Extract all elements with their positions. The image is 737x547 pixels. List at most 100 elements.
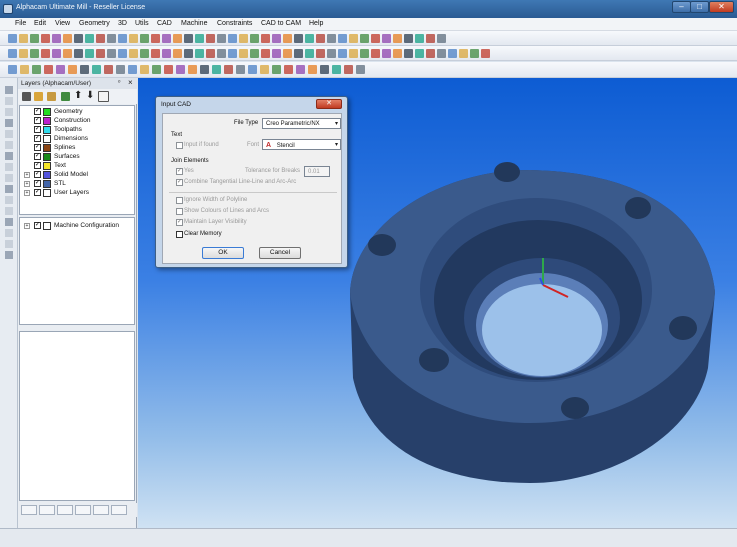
side-tool-icon[interactable] (5, 218, 13, 226)
toolbar-button-icon[interactable] (85, 34, 94, 43)
toolbar-button-icon[interactable] (415, 34, 424, 43)
tab-operations[interactable] (39, 505, 55, 515)
toolbar-button-icon[interactable] (19, 49, 28, 58)
toolbar-button-icon[interactable] (85, 49, 94, 58)
toolbar-button-icon[interactable] (96, 49, 105, 58)
toolbar-button-icon[interactable] (327, 34, 336, 43)
toolbar-button-icon[interactable] (195, 49, 204, 58)
toolbar-button-icon[interactable] (8, 49, 17, 58)
toolbar-button-icon[interactable] (272, 49, 281, 58)
toolbar-button-icon[interactable] (176, 65, 185, 74)
toolbar-button-icon[interactable] (224, 65, 233, 74)
visibility-checkbox[interactable]: ✓ (34, 162, 41, 169)
menu-cad[interactable]: CAD (157, 20, 172, 27)
toolbar-button-icon[interactable] (140, 34, 149, 43)
show-colours-checkbox[interactable] (176, 208, 183, 215)
toolbar-button-icon[interactable] (128, 65, 137, 74)
combine-tangential-checkbox[interactable]: ✓ (176, 179, 183, 186)
expand-icon[interactable]: + (24, 190, 30, 196)
visibility-checkbox[interactable]: ✓ (34, 171, 41, 178)
toolbar-button-icon[interactable] (30, 49, 39, 58)
toolbar-button-icon[interactable] (426, 34, 435, 43)
toolbar-button-icon[interactable] (349, 49, 358, 58)
toolbar-button-icon[interactable] (284, 65, 293, 74)
toolbar-button-icon[interactable] (52, 49, 61, 58)
maintain-visibility-checkbox[interactable]: ✓ (176, 219, 183, 226)
menu-file[interactable]: File (15, 20, 26, 27)
visibility-checkbox[interactable]: ✓ (34, 180, 41, 187)
move-down-icon[interactable]: ⬇ (86, 90, 94, 101)
toolbar-button-icon[interactable] (294, 34, 303, 43)
toolbar-button-icon[interactable] (188, 65, 197, 74)
toolbar-button-icon[interactable] (212, 65, 221, 74)
menu-help[interactable]: Help (309, 20, 323, 27)
layer-tree-icon[interactable] (98, 91, 109, 102)
toolbar-button-icon[interactable] (356, 65, 365, 74)
visibility-checkbox[interactable]: ✓ (34, 222, 41, 229)
toolbar-button-icon[interactable] (200, 65, 209, 74)
font-select[interactable]: A Stencil ▾ (262, 139, 341, 150)
pin-icon[interactable]: ᵒ (118, 79, 120, 86)
toolbar-button-icon[interactable] (393, 34, 402, 43)
toolbar-button-icon[interactable] (184, 49, 193, 58)
visibility-checkbox[interactable]: ✓ (34, 117, 41, 124)
toolbar-button-icon[interactable] (327, 49, 336, 58)
toolbar-button-icon[interactable] (151, 49, 160, 58)
toolbar-button-icon[interactable] (41, 34, 50, 43)
toolbar-button-icon[interactable] (344, 65, 353, 74)
side-tool-icon[interactable] (5, 141, 13, 149)
expand-icon[interactable]: + (24, 223, 30, 229)
toolbar-button-icon[interactable] (404, 34, 413, 43)
toolbar-button-icon[interactable] (8, 34, 17, 43)
toolbar-button-icon[interactable] (151, 34, 160, 43)
toolbar-button-icon[interactable] (360, 49, 369, 58)
toolbar-button-icon[interactable] (371, 34, 380, 43)
toolbar-button-icon[interactable] (162, 49, 171, 58)
toolbar-button-icon[interactable] (360, 34, 369, 43)
toolbar-button-icon[interactable] (8, 65, 17, 74)
toolbar-button-icon[interactable] (217, 34, 226, 43)
side-tool-icon[interactable] (5, 207, 13, 215)
toolbar-button-icon[interactable] (261, 34, 270, 43)
toolbar-button-icon[interactable] (19, 34, 28, 43)
side-tool-icon[interactable] (5, 97, 13, 105)
toolbar-button-icon[interactable] (152, 65, 161, 74)
clear-memory-checkbox[interactable] (176, 231, 183, 238)
toolbar-button-icon[interactable] (260, 65, 269, 74)
toolbar-button-icon[interactable] (459, 49, 468, 58)
toolbar-button-icon[interactable] (129, 34, 138, 43)
toolbar-button-icon[interactable] (107, 34, 116, 43)
toolbar-button-icon[interactable] (173, 34, 182, 43)
toolbar-button-icon[interactable] (283, 34, 292, 43)
toolbar-button-icon[interactable] (338, 34, 347, 43)
tab-work-planes[interactable] (111, 505, 127, 515)
menu-machine[interactable]: Machine (181, 20, 207, 27)
panel-close-icon[interactable]: × (128, 78, 133, 87)
toolbar-button-icon[interactable] (173, 49, 182, 58)
ok-button[interactable]: OK (202, 247, 244, 259)
toolbar-button-icon[interactable] (305, 34, 314, 43)
toolbar-button-icon[interactable] (272, 65, 281, 74)
tab-layers[interactable] (21, 505, 37, 515)
yes-checkbox[interactable]: ✓ (176, 168, 183, 175)
menu-geometry[interactable]: Geometry (79, 20, 110, 27)
toolbar-button-icon[interactable] (63, 34, 72, 43)
toolbar-button-icon[interactable] (228, 49, 237, 58)
toolbar-button-icon[interactable] (140, 49, 149, 58)
toolbar-button-icon[interactable] (140, 65, 149, 74)
menu-view[interactable]: View (55, 20, 70, 27)
toolbar-button-icon[interactable] (44, 65, 53, 74)
toolbar-button-icon[interactable] (382, 49, 391, 58)
expand-icon[interactable]: + (24, 172, 30, 178)
toolbar-button-icon[interactable] (217, 49, 226, 58)
visibility-checkbox[interactable]: ✓ (34, 153, 41, 160)
tab-project[interactable] (57, 505, 73, 515)
visibility-checkbox[interactable]: ✓ (34, 144, 41, 151)
toolbar-button-icon[interactable] (20, 65, 29, 74)
side-tool-icon[interactable] (5, 196, 13, 204)
toolbar-button-icon[interactable] (68, 65, 77, 74)
close-button[interactable]: ✕ (709, 1, 734, 13)
toolbar-button-icon[interactable] (195, 34, 204, 43)
file-type-select[interactable]: Creo Parametric/NX ▾ (262, 118, 341, 129)
toolbar-button-icon[interactable] (107, 49, 116, 58)
